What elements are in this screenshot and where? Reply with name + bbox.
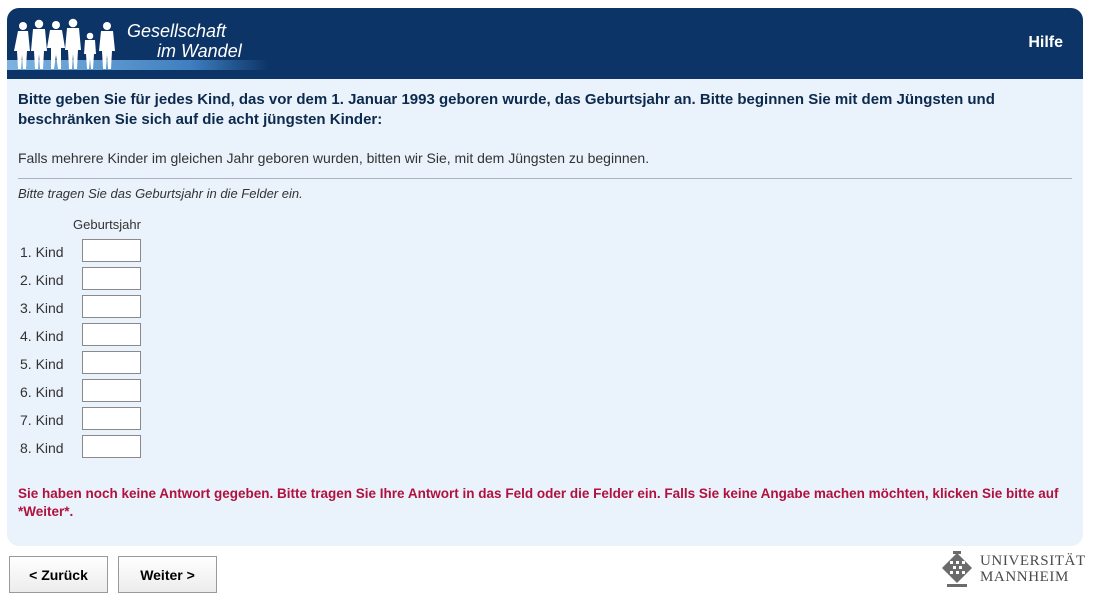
university-logo: UNIVERSITÄT MANNHEIM	[938, 549, 1086, 591]
row-label: 1. Kind	[20, 244, 64, 260]
table-row: 1. Kind	[20, 238, 220, 266]
row-label: 7. Kind	[20, 412, 64, 428]
brand-title: Gesellschaft im Wandel	[127, 21, 242, 61]
table-row: 3. Kind	[20, 294, 220, 322]
divider	[18, 178, 1072, 179]
row-label: 5. Kind	[20, 356, 64, 372]
birth-year-input-2[interactable]	[82, 267, 141, 290]
birth-year-input-3[interactable]	[82, 295, 141, 318]
next-button[interactable]: Weiter >	[118, 556, 217, 593]
brand-line-2: im Wandel	[157, 41, 242, 61]
column-header-birth-year: Geburtsjahr	[73, 217, 141, 232]
row-label: 8. Kind	[20, 440, 64, 456]
table-row: 2. Kind	[20, 266, 220, 294]
answer-instruction: Bitte tragen Sie das Geburtsjahr in die …	[18, 186, 303, 201]
university-name: UNIVERSITÄT MANNHEIM	[980, 553, 1086, 585]
table-row: 4. Kind	[20, 322, 220, 350]
child-rows: 1. Kind 2. Kind 3. Kind 4. Kind 5. Kind …	[20, 238, 220, 462]
survey-panel: Gesellschaft im Wandel Hilfe Bitte geben…	[7, 8, 1083, 546]
birth-year-input-5[interactable]	[82, 351, 141, 374]
birth-year-input-6[interactable]	[82, 379, 141, 402]
birth-year-input-1[interactable]	[82, 239, 141, 262]
header-bar: Gesellschaft im Wandel Hilfe	[7, 8, 1083, 79]
row-label: 3. Kind	[20, 300, 64, 316]
birth-year-input-4[interactable]	[82, 323, 141, 346]
table-row: 5. Kind	[20, 350, 220, 378]
help-link[interactable]: Hilfe	[1028, 34, 1063, 52]
table-row: 7. Kind	[20, 406, 220, 434]
row-label: 6. Kind	[20, 384, 64, 400]
university-name-line-1: UNIVERSITÄT	[980, 553, 1086, 569]
row-label: 2. Kind	[20, 272, 64, 288]
birth-year-input-7[interactable]	[82, 407, 141, 430]
table-row: 6. Kind	[20, 378, 220, 406]
birth-year-input-8[interactable]	[82, 435, 141, 458]
brand-line-1: Gesellschaft	[127, 21, 227, 41]
people-silhouette-icon	[14, 18, 115, 69]
university-name-line-2: MANNHEIM	[980, 569, 1069, 585]
university-crest-icon	[942, 551, 972, 587]
row-label: 4. Kind	[20, 328, 64, 344]
question-text: Bitte geben Sie für jedes Kind, das vor …	[18, 91, 995, 128]
validation-error-message: Sie haben noch keine Antwort gegeben. Bi…	[18, 486, 1059, 519]
question-note: Falls mehrere Kinder im gleichen Jahr ge…	[18, 150, 650, 166]
table-row: 8. Kind	[20, 434, 220, 462]
back-button[interactable]: < Zurück	[9, 556, 108, 593]
